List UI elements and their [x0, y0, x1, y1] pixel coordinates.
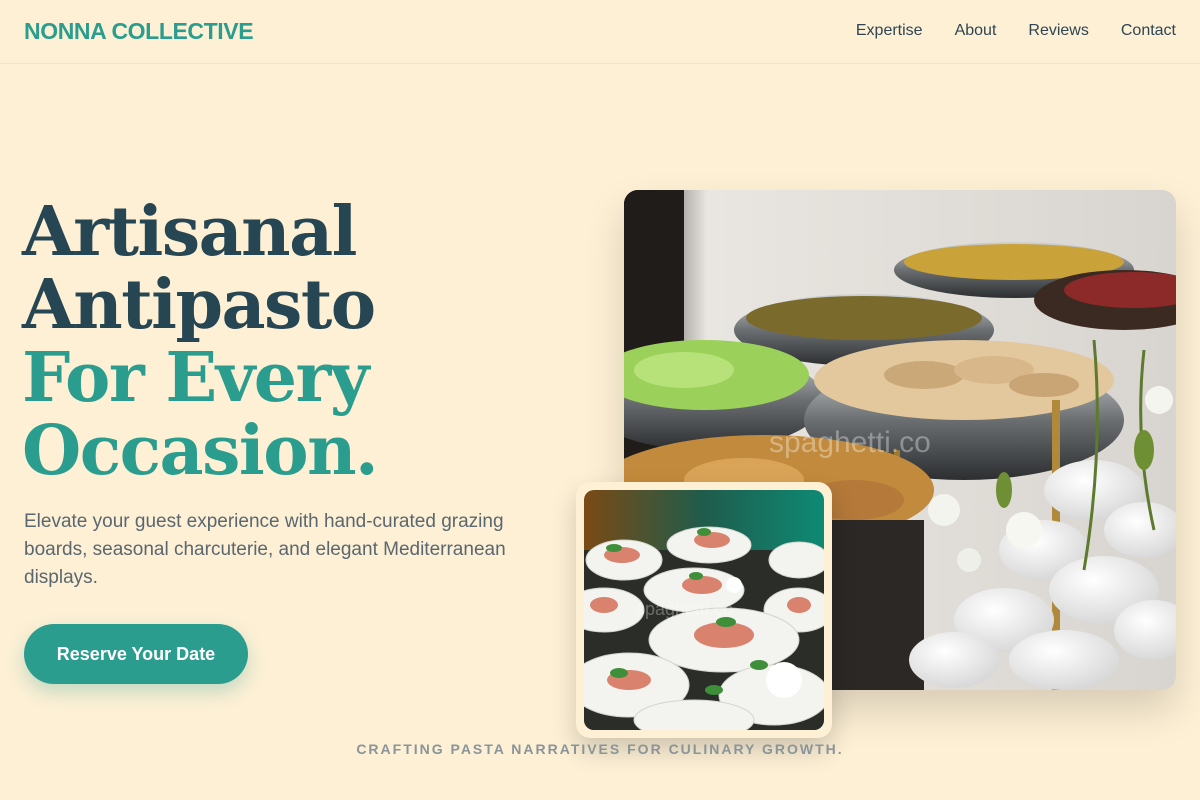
site-header: NONNA COLLECTIVE Expertise About Reviews… — [0, 0, 1200, 64]
main-photo-watermark: spaghetti.co — [769, 426, 931, 459]
brand-logo[interactable]: NONNA COLLECTIVE — [24, 18, 254, 45]
hero-title-line-3: For Every — [22, 338, 369, 418]
appetizers-illustration: spaghetti.co — [584, 490, 824, 730]
sub-photo-watermark: spaghetti.co — [636, 599, 733, 619]
hero-title-line-2: Antipasto — [22, 265, 376, 345]
hero-description: Elevate your guest experience with hand-… — [24, 511, 506, 588]
nav-link-about[interactable]: About — [955, 22, 997, 40]
main-nav: Expertise About Reviews Contact — [856, 22, 1176, 40]
nav-link-contact[interactable]: Contact — [1121, 22, 1176, 40]
hero-title: Artisanal Antipasto For Every Occasion. — [22, 192, 379, 491]
plated-appetizers-photo: spaghetti.co — [584, 490, 824, 730]
nav-link-expertise[interactable]: Expertise — [856, 22, 923, 40]
reserve-date-button[interactable]: Reserve Your Date — [24, 624, 248, 684]
plated-appetizers-photo-frame: spaghetti.co — [576, 482, 832, 738]
hero-title-line-1: Artisanal — [22, 192, 358, 272]
hero-title-line-4: Occasion. — [22, 411, 379, 491]
nav-link-reviews[interactable]: Reviews — [1028, 22, 1088, 40]
footer-tagline: CRAFTING PASTA NARRATIVES FOR CULINARY G… — [356, 741, 844, 757]
